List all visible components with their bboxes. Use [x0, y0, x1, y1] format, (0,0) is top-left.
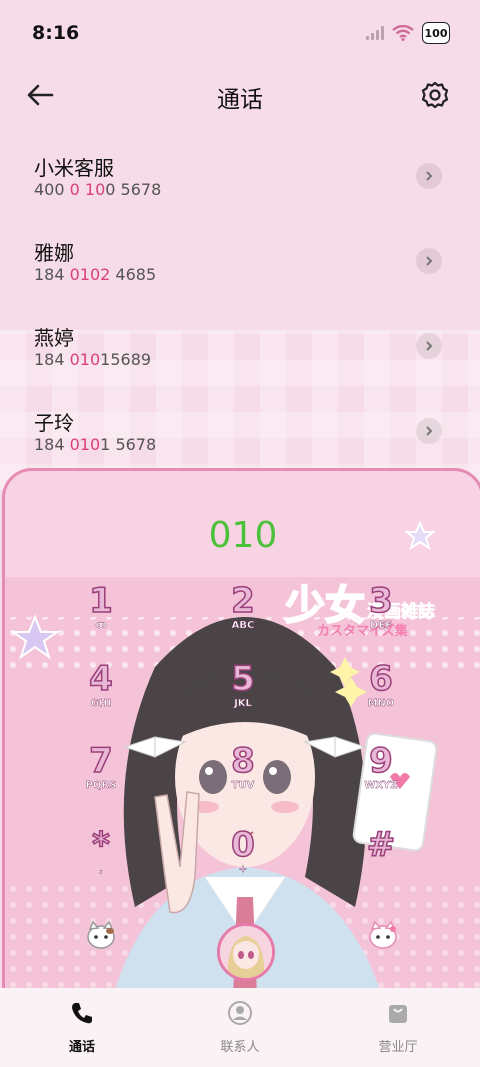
key-9[interactable]: 9 WXYZ [351, 742, 411, 813]
tab-store[interactable]: 营业厅 [348, 1000, 448, 1055]
chevron-right-icon[interactable] [416, 418, 442, 444]
signal-icon [366, 26, 384, 40]
key-5[interactable]: 5 JKL [213, 660, 273, 731]
status-icons: 100 [366, 22, 450, 44]
contact-number: 184 01015689 [34, 350, 152, 369]
contact-number: 184 0102 4685 [34, 265, 157, 284]
key-3[interactable]: 3 DEF [351, 582, 411, 653]
chevron-right-icon[interactable] [416, 163, 442, 189]
key-2[interactable]: 2 ABC [213, 582, 273, 653]
star-sticker-icon [405, 521, 435, 551]
bottom-tab-bar: 通话 联系人 营业厅 [0, 988, 480, 1067]
status-time: 8:16 [32, 22, 80, 44]
key-1[interactable]: 1ꝏ [71, 582, 131, 653]
key-star[interactable]: *, [71, 826, 131, 897]
avatar-icon [220, 926, 272, 978]
header: 通话 [0, 70, 480, 120]
cat-sticker-icon[interactable] [85, 919, 117, 951]
key-7[interactable]: 7 PQRS [71, 742, 131, 813]
cat-sticker-icon[interactable] [367, 919, 399, 951]
tab-calls[interactable]: 通话 [32, 1000, 132, 1055]
contact-name: 雅娜 [34, 241, 74, 265]
chevron-right-icon[interactable] [416, 248, 442, 274]
status-bar: 8:16 100 [0, 0, 480, 68]
call-button[interactable] [217, 923, 275, 981]
contact-name: 小米客服 [34, 156, 114, 180]
tab-contacts[interactable]: 联系人 [190, 1000, 290, 1055]
battery-icon: 100 [422, 22, 450, 44]
phone-icon [72, 1003, 92, 1024]
contact-name: 子玲 [34, 411, 74, 435]
list-item[interactable]: 雅娜 184 0102 4685 [0, 225, 480, 305]
contact-number: 400 0 100 5678 [34, 180, 162, 199]
wifi-icon [392, 25, 414, 41]
page-title: 通话 [217, 87, 263, 113]
tab-label: 营业厅 [378, 1040, 418, 1055]
dialpad-panel: 少女 漫画雑誌 カスタマイズ集 010 1ꝏ 2 ABC 3 DEF 4 GHI 5J… [2, 468, 480, 1034]
list-item[interactable]: 燕婷 184 01015689 [0, 310, 480, 390]
list-item[interactable]: 子玲 184 0101 5678 [0, 395, 480, 475]
key-8[interactable]: 8 TUV [213, 742, 273, 813]
tab-label: 联系人 [220, 1040, 260, 1055]
shopping-bag-icon [389, 1005, 407, 1023]
key-6[interactable]: 6 MNO [351, 660, 411, 731]
contact-name: 燕婷 [34, 326, 74, 350]
key-hash[interactable]: # [351, 826, 411, 897]
tab-label: 通话 [68, 1040, 95, 1055]
list-item[interactable]: 小米客服 400 0 100 5678 [0, 140, 480, 220]
contacts-icon [228, 1001, 252, 1025]
gear-icon[interactable] [420, 80, 450, 110]
key-0[interactable]: 0 + [213, 826, 273, 897]
contact-number: 184 0101 5678 [34, 435, 157, 454]
key-4[interactable]: 4 GHI [71, 660, 131, 731]
chevron-right-icon[interactable] [416, 333, 442, 359]
